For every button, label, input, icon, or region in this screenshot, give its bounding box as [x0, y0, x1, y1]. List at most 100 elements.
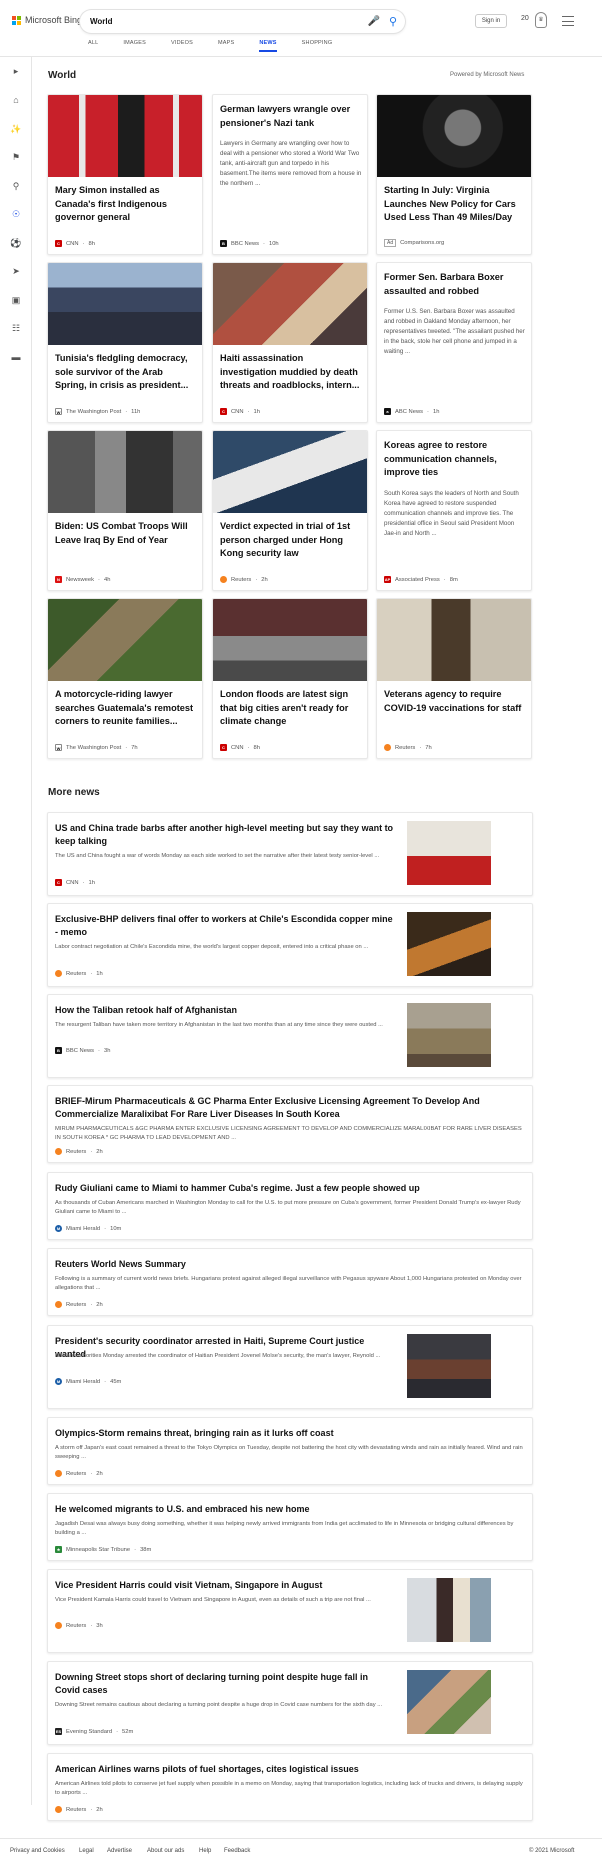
- card-title[interactable]: German lawyers wrangle over pensioner's …: [220, 103, 362, 130]
- card-title[interactable]: Starting In July: Virginia Launches New …: [384, 184, 526, 225]
- footer-link-help[interactable]: Help: [199, 1848, 211, 1854]
- news-list-item[interactable]: Reuters World News Summary Following is …: [47, 1248, 533, 1316]
- card-description: South Korea says the leaders of North an…: [384, 490, 519, 537]
- sports-icon[interactable]: ⚽: [10, 237, 22, 249]
- tab-all[interactable]: ALL: [88, 40, 98, 52]
- header-divider: [0, 56, 602, 57]
- item-thumbnail: [407, 1670, 491, 1734]
- news-card[interactable]: London floods are latest sign that big c…: [212, 598, 368, 759]
- news-list-item[interactable]: BRIEF-Mirum Pharmaceuticals & GC Pharma …: [47, 1085, 533, 1163]
- item-description: MIRUM PHARMACEUTICALS &GC PHARMA ENTER E…: [55, 1126, 522, 1141]
- news-card[interactable]: German lawyers wrangle over pensioner's …: [212, 94, 368, 255]
- card-title[interactable]: Veterans agency to require COVID-19 vacc…: [384, 688, 526, 715]
- location-pin-icon[interactable]: ⚲: [10, 180, 22, 192]
- card-title[interactable]: Koreas agree to restore communication ch…: [384, 439, 526, 480]
- news-card[interactable]: Former Sen. Barbara Boxer assaulted and …: [376, 262, 532, 423]
- news-card[interactable]: A motorcycle-riding lawyer searches Guat…: [47, 598, 203, 759]
- card-title[interactable]: Tunisia's fledgling democracy, sole surv…: [55, 352, 197, 393]
- footer-link-legal[interactable]: Legal: [79, 1848, 94, 1854]
- miami-herald-logo-icon: M: [55, 1225, 62, 1232]
- card-source: W The Washington Post · 7h: [55, 744, 138, 751]
- reuters-logo-icon: [55, 970, 62, 977]
- source-name: Reuters: [66, 1806, 87, 1813]
- news-list-item[interactable]: He welcomed migrants to U.S. and embrace…: [47, 1493, 533, 1561]
- news-card[interactable]: Koreas agree to restore communication ch…: [376, 430, 532, 591]
- source-age: 8m: [449, 576, 458, 583]
- item-title[interactable]: Olympics-Storm remains threat, bringing …: [55, 1427, 525, 1440]
- item-title[interactable]: US and China trade barbs after another h…: [55, 822, 395, 848]
- expand-arrow-icon[interactable]: ▸: [10, 65, 22, 77]
- rewards-points[interactable]: 20: [521, 15, 529, 22]
- item-source: C CNN · 1h: [55, 879, 95, 886]
- news-card[interactable]: Mary Simon installed as Canada's first I…: [47, 94, 203, 255]
- powered-by-label[interactable]: Powered by Microsoft News: [450, 72, 524, 78]
- source-age: 7h: [131, 744, 138, 751]
- footer-link-advertise[interactable]: Advertise: [107, 1848, 132, 1854]
- sign-in-button[interactable]: Sign in: [475, 14, 507, 28]
- news-list-item[interactable]: US and China trade barbs after another h…: [47, 812, 533, 896]
- card-title[interactable]: Former Sen. Barbara Boxer assaulted and …: [384, 271, 526, 298]
- globe-icon[interactable]: ☉: [10, 208, 22, 220]
- tab-images[interactable]: IMAGES: [123, 40, 146, 52]
- microphone-icon[interactable]: 🎤: [367, 15, 381, 29]
- news-card[interactable]: Verdict expected in trial of 1st person …: [212, 430, 368, 591]
- section-title: World: [48, 70, 77, 81]
- item-title[interactable]: Vice President Harris could visit Vietna…: [55, 1579, 395, 1592]
- bing-logo[interactable]: Microsoft Bing: [12, 15, 82, 25]
- news-list-item[interactable]: Olympics-Storm remains threat, bringing …: [47, 1417, 533, 1485]
- item-title[interactable]: How the Taliban retook half of Afghanist…: [55, 1004, 395, 1017]
- news-card[interactable]: Tunisia's fledgling democracy, sole surv…: [47, 262, 203, 423]
- entertainment-icon[interactable]: ▣: [10, 294, 22, 306]
- card-title[interactable]: Biden: US Combat Troops Will Leave Iraq …: [55, 520, 197, 547]
- flag-icon[interactable]: ⚑: [10, 151, 22, 163]
- reuters-logo-icon: [55, 1470, 62, 1477]
- source-age: 1h: [253, 408, 260, 415]
- ad-card[interactable]: Starting In July: Virginia Launches New …: [376, 94, 532, 255]
- item-title[interactable]: BRIEF-Mirum Pharmaceuticals & GC Pharma …: [55, 1095, 525, 1121]
- card-title[interactable]: Haiti assassination investigation muddie…: [220, 352, 362, 393]
- news-list-item[interactable]: Downing Street stops short of declaring …: [47, 1661, 533, 1745]
- card-title[interactable]: London floods are latest sign that big c…: [220, 688, 362, 729]
- tab-news[interactable]: NEWS: [259, 40, 277, 52]
- footer-link-about-ads[interactable]: About our ads: [147, 1848, 184, 1854]
- news-list-item[interactable]: How the Taliban retook half of Afghanist…: [47, 994, 533, 1078]
- news-list-item[interactable]: American Airlines warns pilots of fuel s…: [47, 1753, 533, 1821]
- tab-maps[interactable]: MAPS: [218, 40, 234, 52]
- card-source: C CNN · 1h: [220, 408, 260, 415]
- news-list-item[interactable]: President's security coordinator arreste…: [47, 1325, 533, 1409]
- tab-videos[interactable]: VIDEOS: [171, 40, 193, 52]
- item-title[interactable]: Exclusive-BHP delivers final offer to wo…: [55, 913, 395, 939]
- item-description: The US and China fought a war of words M…: [55, 853, 380, 859]
- item-source: B BBC News · 3h: [55, 1047, 110, 1054]
- item-title[interactable]: Rudy Giuliani came to Miami to hammer Cu…: [55, 1182, 525, 1195]
- card-title[interactable]: A motorcycle-riding lawyer searches Guat…: [55, 688, 197, 729]
- item-title[interactable]: He welcomed migrants to U.S. and embrace…: [55, 1503, 525, 1516]
- news-list-item[interactable]: Vice President Harris could visit Vietna…: [47, 1569, 533, 1653]
- item-title[interactable]: American Airlines warns pilots of fuel s…: [55, 1763, 525, 1776]
- home-icon[interactable]: ⌂: [10, 94, 22, 106]
- hamburger-menu-icon[interactable]: [562, 16, 574, 26]
- rocket-icon[interactable]: ➤: [10, 265, 22, 277]
- news-list-item[interactable]: Exclusive-BHP delivers final offer to wo…: [47, 903, 533, 987]
- search-icon[interactable]: ⚲: [386, 15, 400, 29]
- search-input[interactable]: [90, 14, 340, 29]
- source-name: Reuters: [395, 744, 416, 751]
- tab-shopping[interactable]: SHOPPING: [302, 40, 333, 52]
- trending-icon[interactable]: ✨: [10, 123, 22, 135]
- source-name: Reuters: [66, 1470, 87, 1477]
- item-title[interactable]: Downing Street stops short of declaring …: [55, 1671, 395, 1697]
- news-card[interactable]: Veterans agency to require COVID-19 vacc…: [376, 598, 532, 759]
- rewards-trophy-icon[interactable]: ♛: [535, 12, 547, 28]
- footer-link-feedback[interactable]: Feedback: [224, 1848, 250, 1854]
- news-card[interactable]: Haiti assassination investigation muddie…: [212, 262, 368, 423]
- source-name: Reuters: [66, 970, 87, 977]
- item-title[interactable]: Reuters World News Summary: [55, 1258, 525, 1271]
- news-list-item[interactable]: Rudy Giuliani came to Miami to hammer Cu…: [47, 1172, 533, 1240]
- money-icon[interactable]: ▬: [10, 351, 22, 363]
- business-icon[interactable]: ☷: [10, 322, 22, 334]
- news-card[interactable]: Biden: US Combat Troops Will Leave Iraq …: [47, 430, 203, 591]
- card-title[interactable]: Mary Simon installed as Canada's first I…: [55, 184, 197, 225]
- card-title[interactable]: Verdict expected in trial of 1st person …: [220, 520, 362, 561]
- footer-link-privacy[interactable]: Privacy and Cookies: [10, 1848, 65, 1854]
- item-description: Downing Street remains cautious about de…: [55, 1702, 383, 1708]
